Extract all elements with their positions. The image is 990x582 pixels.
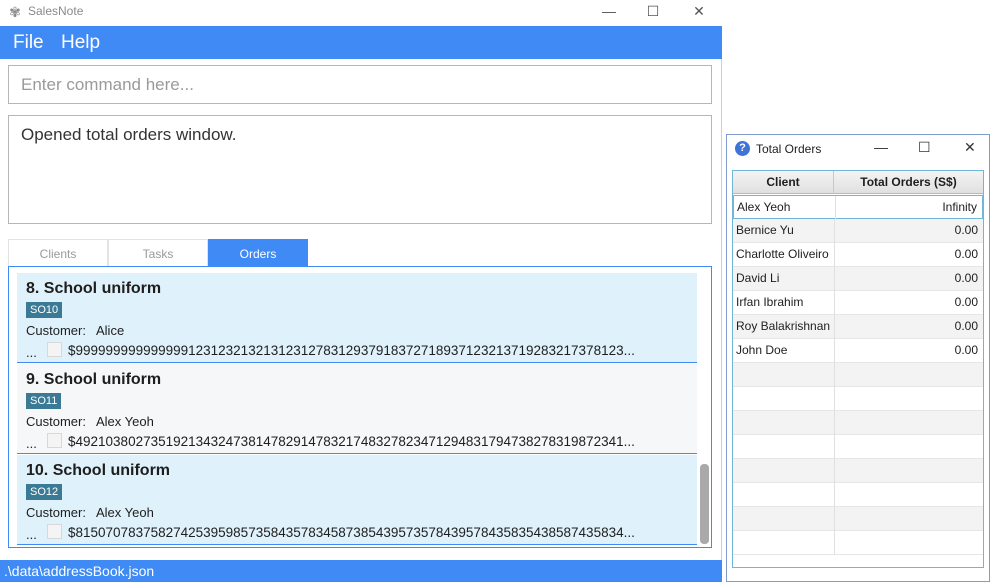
- total-cell: Infinity: [942, 200, 977, 214]
- total-orders-table[interactable]: Client Total Orders (S$) Alex Yeoh Infin…: [732, 170, 984, 568]
- status-bar: .\data\addressBook.json: [0, 560, 722, 582]
- order-title: 9. School uniform: [26, 371, 162, 388]
- ellipsis: ...: [26, 436, 37, 451]
- total-cell: 0.00: [954, 271, 978, 285]
- table-row[interactable]: Bernice Yu 0.00: [733, 219, 983, 243]
- empty-row: [733, 507, 983, 531]
- sparkle-icon: ✾: [9, 4, 21, 20]
- total-cell: 0.00: [954, 223, 978, 237]
- order-tag: SO12: [26, 484, 63, 500]
- client-cell: John Doe: [736, 343, 788, 357]
- order-card[interactable]: 9. School uniform SO11 Customer: Alex Ye…: [17, 364, 697, 454]
- table-row[interactable]: John Doe 0.00: [733, 339, 983, 363]
- orders-title-bar: ? Total Orders — ☐ ✕: [727, 135, 989, 163]
- ellipsis: ...: [26, 345, 37, 360]
- table-row[interactable]: Charlotte Oliveiro 0.00: [733, 243, 983, 267]
- total-cell: 0.00: [954, 343, 978, 357]
- total-cell: 0.00: [954, 319, 978, 333]
- table-row[interactable]: Roy Balakrishnan 0.00: [733, 315, 983, 339]
- tab-orders[interactable]: Orders: [208, 239, 308, 267]
- title-bar: ✾ SalesNote — ☐ ✕: [0, 0, 722, 26]
- menu-file[interactable]: File: [13, 32, 44, 54]
- tab-tasks[interactable]: Tasks: [108, 239, 208, 267]
- order-title: 8. School uniform: [26, 280, 162, 297]
- client-cell: Bernice Yu: [736, 223, 794, 237]
- order-amount: $815070783758274253959857358435783458738…: [68, 525, 635, 540]
- column-client[interactable]: Client: [733, 171, 834, 194]
- empty-row: [733, 531, 983, 555]
- order-tag: SO10: [26, 302, 63, 318]
- empty-row: [733, 483, 983, 507]
- customer-name: Alex Yeoh: [96, 414, 154, 429]
- menu-help[interactable]: Help: [61, 32, 100, 54]
- orders-maximize-button[interactable]: ☐: [918, 139, 931, 156]
- total-cell: 0.00: [954, 295, 978, 309]
- column-total[interactable]: Total Orders (S$): [834, 171, 983, 194]
- empty-row: [733, 459, 983, 483]
- empty-row: [733, 435, 983, 459]
- close-button[interactable]: ✕: [676, 0, 722, 22]
- customer-label: Customer:: [26, 414, 86, 429]
- empty-row: [733, 411, 983, 435]
- orders-minimize-button[interactable]: —: [874, 139, 888, 155]
- question-icon: ?: [735, 141, 750, 156]
- main-window: ✾ SalesNote — ☐ ✕ File Help Opened total…: [0, 0, 722, 582]
- customer-name: Alex Yeoh: [96, 505, 154, 520]
- scrollbar-thumb[interactable]: [700, 464, 709, 544]
- tab-clients[interactable]: Clients: [8, 239, 108, 267]
- customer-label: Customer:: [26, 323, 86, 338]
- empty-row: [733, 363, 983, 387]
- empty-row: [733, 387, 983, 411]
- client-cell: David Li: [736, 271, 780, 285]
- result-display: Opened total orders window.: [8, 115, 712, 224]
- maximize-button[interactable]: ☐: [630, 0, 676, 22]
- orders-close-button[interactable]: ✕: [964, 139, 976, 156]
- orders-window-title: Total Orders: [756, 142, 822, 156]
- client-cell: Irfan Ibrahim: [736, 295, 804, 309]
- customer-name: Alice: [96, 323, 125, 338]
- table-row[interactable]: Alex Yeoh Infinity: [733, 195, 983, 220]
- order-list[interactable]: 8. School uniform SO10 Customer: Alice .…: [8, 266, 712, 548]
- ellipsis: ...: [26, 527, 37, 542]
- menu-bar: File Help: [0, 26, 722, 59]
- order-card[interactable]: 8. School uniform SO10 Customer: Alice .…: [17, 273, 697, 363]
- client-cell: Roy Balakrishnan: [736, 319, 831, 333]
- minimize-button[interactable]: —: [586, 0, 632, 22]
- table-row[interactable]: Irfan Ibrahim 0.00: [733, 291, 983, 315]
- order-checkbox[interactable]: [47, 524, 62, 539]
- command-input[interactable]: [9, 66, 711, 103]
- command-box: [8, 65, 712, 104]
- table-header: Client Total Orders (S$): [733, 171, 983, 194]
- order-amount: $492103802735192134324738147829147832174…: [68, 434, 635, 449]
- client-cell: Alex Yeoh: [737, 200, 791, 214]
- order-amount: $999999999999999123123213213123127831293…: [68, 343, 635, 358]
- order-checkbox[interactable]: [47, 342, 62, 357]
- order-title: 10. School uniform: [26, 462, 171, 479]
- window-title: SalesNote: [28, 4, 84, 18]
- customer-label: Customer:: [26, 505, 86, 520]
- total-orders-window: ? Total Orders — ☐ ✕ Client Total Orders…: [726, 134, 990, 582]
- client-cell: Charlotte Oliveiro: [736, 247, 829, 261]
- order-checkbox[interactable]: [47, 433, 62, 448]
- table-row[interactable]: David Li 0.00: [733, 267, 983, 291]
- order-card[interactable]: 10. School uniform SO12 Customer: Alex Y…: [17, 455, 697, 545]
- total-cell: 0.00: [954, 247, 978, 261]
- order-tag: SO11: [26, 393, 62, 409]
